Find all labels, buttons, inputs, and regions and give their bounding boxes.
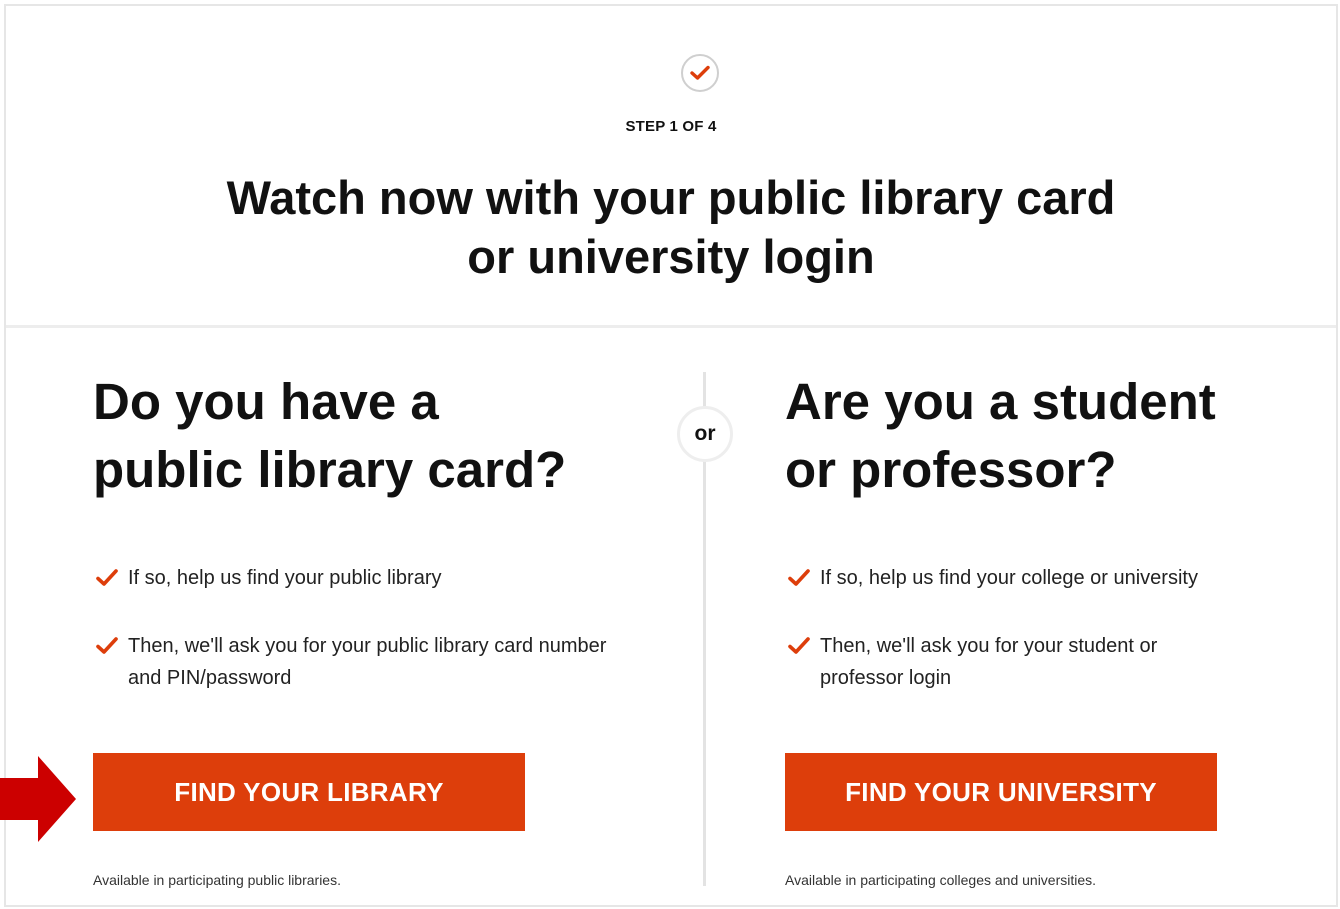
step-header: STEP 1 OF 4 Watch now with your public l… [6,6,1336,328]
check-icon [96,637,118,654]
or-badge: or [677,406,733,462]
find-university-button[interactable]: FIND YOUR UNIVERSITY [785,753,1217,831]
university-benefit-text: If so, help us find your college or univ… [820,567,1198,589]
step-check-icon [681,54,719,92]
library-heading: Do you have a public library card? [93,368,653,504]
library-heading-line-2: public library card? [93,441,567,498]
library-benefit-text: Then, we'll ask you for your public libr… [128,635,607,689]
university-heading-line-1: Are you a student [785,373,1216,430]
library-benefit-item: Then, we'll ask you for your public libr… [93,630,653,694]
library-availability-note: Available in participating public librar… [93,872,341,888]
library-column: Do you have a public library card? If so… [93,368,653,888]
library-heading-line-1: Do you have a [93,373,439,430]
page-title-line-1: Watch now with your public library card [226,171,1116,224]
university-benefit-text: Then, we'll ask you for your student or … [820,635,1158,689]
signup-panel: STEP 1 OF 4 Watch now with your public l… [4,4,1338,907]
page-title: Watch now with your public library card … [6,168,1336,286]
university-heading: Are you a student or professor? [785,368,1340,504]
university-benefit-item: If so, help us find your college or univ… [785,562,1340,594]
university-heading-line-2: or professor? [785,441,1117,498]
university-availability-note: Available in participating colleges and … [785,872,1097,888]
check-icon [788,637,810,654]
check-icon [788,569,810,586]
university-column: Are you a student or professor? If so, h… [785,368,1340,888]
page-title-line-2: or university login [467,230,875,283]
find-library-button[interactable]: FIND YOUR LIBRARY [93,753,525,831]
library-benefit-text: If so, help us find your public library [128,567,442,589]
university-benefit-item: Then, we'll ask you for your student or … [785,630,1340,694]
library-benefit-item: If so, help us find your public library [93,562,653,594]
check-icon [96,569,118,586]
right-arrow-icon [0,756,76,842]
step-label: STEP 1 OF 4 [625,118,717,135]
